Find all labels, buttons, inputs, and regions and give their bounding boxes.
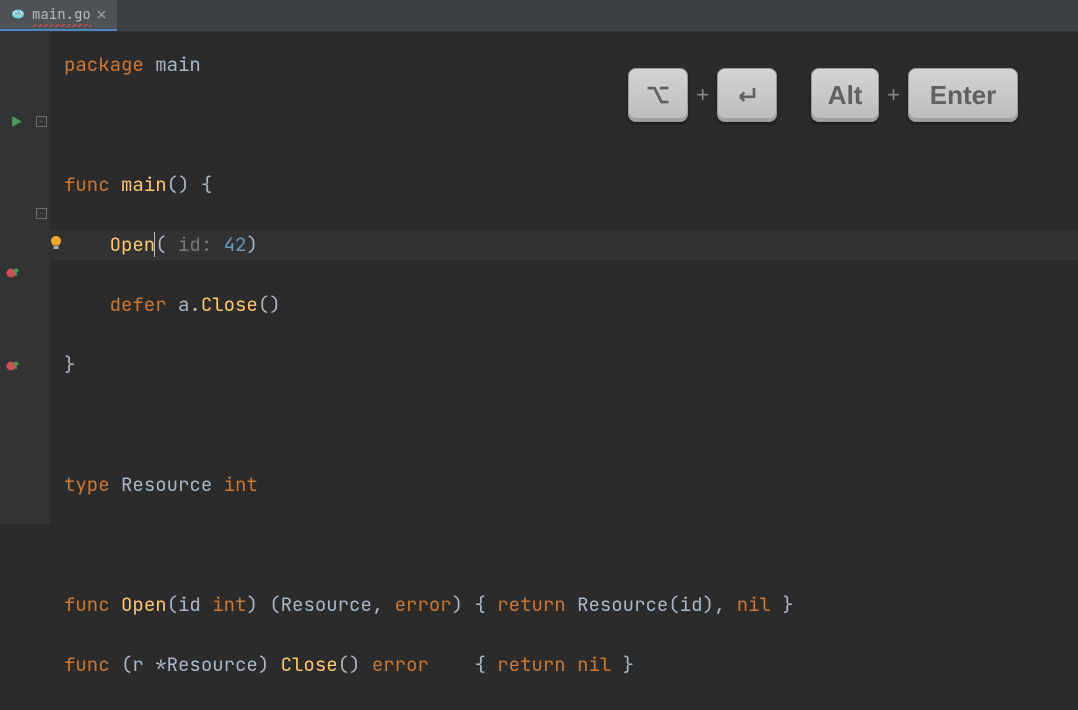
run-gutter-icon[interactable] [0,106,49,136]
override-gutter-icon[interactable] [0,351,49,381]
override-gutter-icon[interactable] [0,258,49,288]
tab-bar: main.go [0,0,1078,32]
code-line-active[interactable]: Open( id: 42) [50,230,1078,260]
code-line[interactable] [64,410,1078,440]
fold-marker-close[interactable]: − [0,198,49,228]
code-line[interactable]: func Open(id int) (Resource, error) { re… [64,590,1078,620]
code-line[interactable]: defer a.Close() [64,290,1078,320]
error-squiggle [32,24,91,27]
gutter: − − [0,32,50,524]
code-line[interactable]: func main() { [64,170,1078,200]
close-tab-icon[interactable] [97,10,107,20]
plus-separator: + [887,82,900,108]
code-line[interactable]: type Resource int [64,470,1078,500]
plus-separator: + [696,82,709,108]
file-tab-label: main.go [32,6,91,24]
file-tab-main-go[interactable]: main.go [0,0,117,31]
code-line[interactable] [64,530,1078,560]
key-option [628,68,688,122]
code-line[interactable]: } [64,350,1078,380]
key-return [717,68,777,122]
intention-bulb-icon[interactable] [48,230,64,260]
key-enter: Enter [908,68,1018,122]
key-alt: Alt [811,68,879,122]
keyboard-shortcut-overlay: + Alt + Enter [628,68,1018,122]
code-line[interactable]: func (r *Resource) Close() error { retur… [64,650,1078,680]
go-file-icon [10,2,26,27]
